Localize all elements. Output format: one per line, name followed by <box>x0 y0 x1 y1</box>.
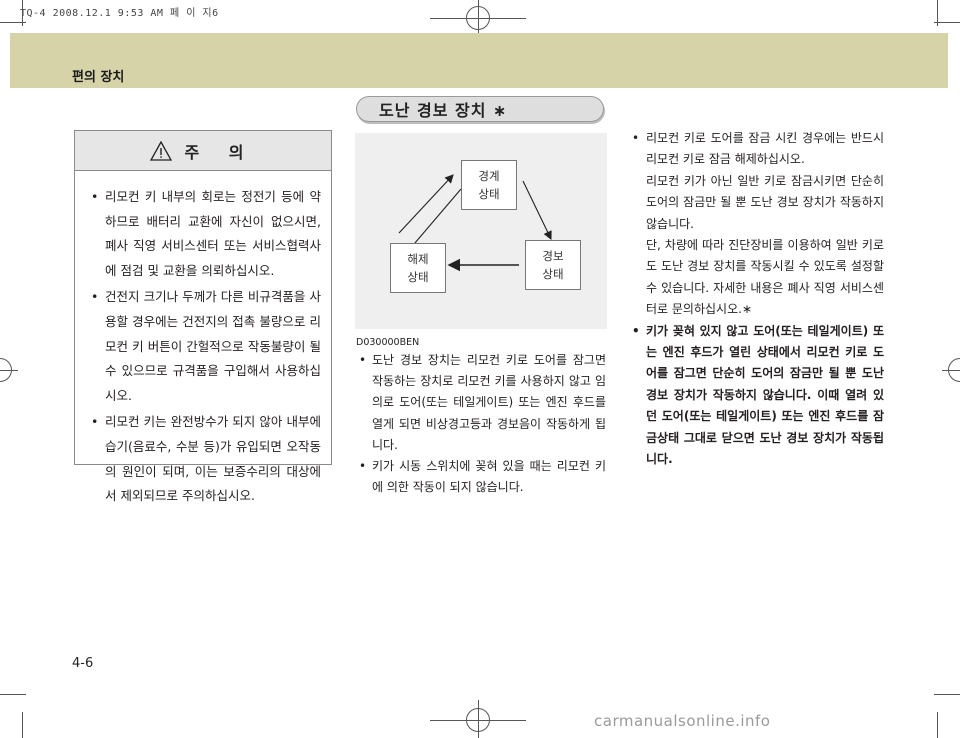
header-band <box>10 33 948 88</box>
right-item-emphasis: 키가 꽂혀 있지 않고 도어(또는 테일게이트) 또는 엔진 후드가 열린 상태… <box>628 321 884 471</box>
watermark: carmanualsonline.info <box>594 712 771 730</box>
feature-title-pill: 도난 경보 장치 ∗ <box>356 96 604 122</box>
center-item: 키가 시동 스위치에 꽂혀 있을 때는 리모컨 키에 의한 작동이 되지 않습니… <box>356 456 606 498</box>
caution-item: 리모컨 키 내부의 회로는 정전기 등에 약하므로 배터리 교환에 자신이 없으… <box>89 185 321 283</box>
arrow-disarmed-to-armed <box>398 174 454 234</box>
right-item-paragraph: 단, 차량에 따라 진단장비를 이용하여 일반 키로도 도난 경보 장치를 작동… <box>646 238 884 317</box>
center-item: 도난 경보 장치는 리모컨 키로 도어를 잠그면 작동하는 장치로 리모컨 키를… <box>356 350 606 456</box>
right-item-paragraph: 리모컨 키로 도어를 잠금 시킨 경우에는 반드시 리모컨 키로 잠금 해제하십… <box>646 131 884 167</box>
state-disarmed: 해제 상태 <box>390 243 446 293</box>
caution-box: 주 의 리모컨 키 내부의 회로는 정전기 등에 약하므로 배터리 교환에 자신… <box>74 130 332 503</box>
state-alarm-line2: 상태 <box>542 267 564 281</box>
print-header: TQ-4 2008.12.1 9:53 AM 페 이 지6 <box>20 8 219 19</box>
caution-header: 주 의 <box>75 131 331 171</box>
right-list: 리모컨 키로 도어를 잠금 시킨 경우에는 반드시 리모컨 키로 잠금 해제하십… <box>628 128 884 471</box>
arrow-armed-to-alarm <box>522 180 552 240</box>
right-item-paragraph: 키가 꽂혀 있지 않고 도어(또는 테일게이트) 또는 엔진 후드가 열린 상태… <box>646 323 884 467</box>
right-item: 리모컨 키로 도어를 잠금 시킨 경우에는 반드시 리모컨 키로 잠금 해제하십… <box>628 128 884 321</box>
warning-triangle-icon <box>150 140 173 161</box>
state-disarmed-line2: 상태 <box>407 270 429 284</box>
state-alarm: 경보 상태 <box>525 240 581 290</box>
section-title: 편의 장치 <box>72 70 125 85</box>
alarm-state-diagram: 경계 상태 경보 상태 해제 상태 <box>355 133 607 329</box>
feature-title: 도난 경보 장치 ∗ <box>379 101 508 120</box>
page-number: 4-6 <box>72 656 94 671</box>
state-armed: 경계 상태 <box>461 160 517 210</box>
caution-title: 주 의 <box>184 142 256 162</box>
caution-item: 건전지 크기나 두께가 다른 비규격품을 사용할 경우에는 건전지의 접촉 불량… <box>89 285 321 408</box>
caution-item: 리모컨 키는 완전방수가 되지 않아 내부에 습기(음료수, 수분 등)가 유입… <box>89 410 321 508</box>
state-disarmed-line1: 해제 <box>407 252 429 266</box>
state-armed-line1: 경계 <box>478 169 500 183</box>
center-list: 도난 경보 장치는 리모컨 키로 도어를 잠그면 작동하는 장치로 리모컨 키를… <box>356 350 606 498</box>
state-armed-line2: 상태 <box>478 187 500 201</box>
state-alarm-line1: 경보 <box>542 249 564 263</box>
section-code: D030000BEN <box>356 337 420 348</box>
caution-list: 리모컨 키 내부의 회로는 정전기 등에 약하므로 배터리 교환에 자신이 없으… <box>75 171 331 509</box>
right-item-paragraph: 리모컨 키가 아닌 일반 키로 잠금시키면 단순히 도어의 잠금만 될 뿐 도난… <box>646 173 884 231</box>
